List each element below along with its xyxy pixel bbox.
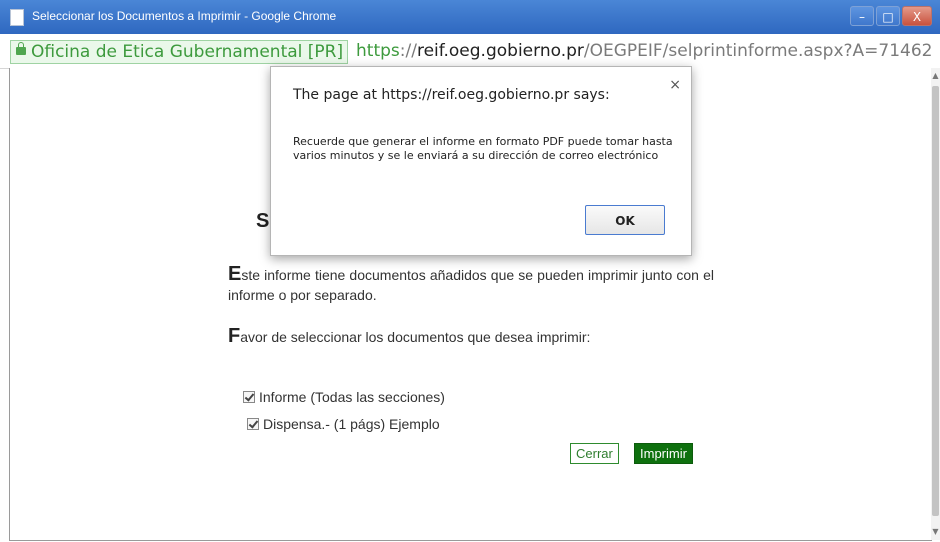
informe-checkbox[interactable]: [243, 391, 255, 403]
dialog-message: Recuerde que generar el informe en forma…: [293, 135, 673, 162]
window-titlebar: Seleccionar los Documentos a Imprimir - …: [0, 0, 940, 34]
instruction-drop-cap: F: [228, 325, 241, 347]
url-path: /OEGPEIF/selprintinforme.aspx?A=71462: [583, 41, 933, 61]
scroll-up-arrow-icon[interactable]: ▲: [932, 70, 939, 82]
checkbox-row-informe[interactable]: Informe (Todas las secciones): [243, 389, 445, 405]
lock-icon: [16, 42, 26, 55]
maximize-button[interactable]: □: [876, 6, 900, 26]
close-window-button[interactable]: X: [902, 6, 932, 26]
dialog-ok-button[interactable]: OK: [585, 205, 665, 235]
url-host: reif.oeg.gobierno.pr: [416, 41, 584, 61]
scroll-down-arrow-icon[interactable]: ▼: [932, 526, 939, 538]
page-icon: [10, 9, 24, 26]
dispensa-checkbox-label[interactable]: Dispensa.- (1 págs) Ejemplo: [263, 416, 440, 432]
window-title: Seleccionar los Documentos a Imprimir - …: [32, 9, 337, 23]
url-text[interactable]: https://reif.oeg.gobierno.pr/OEGPEIF/sel…: [356, 40, 933, 62]
cerrar-button[interactable]: Cerrar: [570, 443, 619, 464]
address-bar[interactable]: Oficina de Etica Gubernamental [PR] http…: [0, 34, 940, 69]
url-scheme: https: [356, 41, 400, 61]
alert-dialog: × The page at https://reif.oeg.gobierno.…: [270, 66, 692, 256]
window-controls: – □ X: [850, 6, 932, 26]
intro-drop-cap: E: [228, 263, 242, 285]
minimize-button[interactable]: –: [850, 6, 874, 26]
page-heading: S: [256, 210, 270, 232]
intro-text: ste informe tiene documentos añadidos qu…: [228, 267, 714, 303]
vertical-scrollbar[interactable]: ▲ ▼: [931, 68, 940, 540]
intro-paragraph: Este informe tiene documentos añadidos q…: [228, 264, 714, 305]
url-separator: ://: [399, 41, 417, 61]
informe-checkbox-label[interactable]: Informe (Todas las secciones): [259, 389, 445, 405]
dialog-close-icon[interactable]: ×: [669, 77, 681, 93]
scroll-thumb[interactable]: [932, 86, 939, 516]
instruction-paragraph: Favor de seleccionar los documentos que …: [228, 326, 714, 347]
instruction-text: avor de seleccionar los documentos que d…: [240, 329, 591, 345]
checkbox-row-dispensa[interactable]: Dispensa.- (1 págs) Ejemplo: [247, 416, 440, 432]
imprimir-button[interactable]: Imprimir: [634, 443, 693, 464]
dispensa-checkbox[interactable]: [247, 418, 259, 430]
dialog-title: The page at https://reif.oeg.gobierno.pr…: [293, 87, 610, 103]
ev-organization-label: Oficina de Etica Gubernamental [PR]: [31, 42, 344, 62]
ev-certificate-badge[interactable]: Oficina de Etica Gubernamental [PR]: [10, 40, 349, 64]
